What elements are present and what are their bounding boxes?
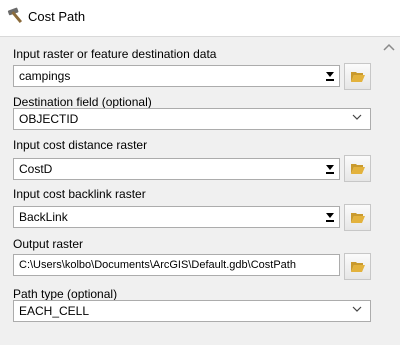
folder-open-icon [351,164,365,174]
destination-field-value: OBJECTID [19,112,79,126]
path-type-select[interactable]: EACH_CELL [13,300,371,322]
dropdown-arrow-icon [326,72,334,77]
scroll-up-icon[interactable] [382,41,396,55]
input-raster-label: Input raster or feature destination data [13,47,217,61]
output-raster-label: Output raster [13,237,84,251]
backlink-combobox[interactable]: BackLink [13,206,340,228]
window-title: Cost Path [28,9,86,24]
chevron-down-icon [352,114,362,120]
cost-distance-value: CostD [19,162,53,176]
output-raster-browse-button[interactable] [344,253,371,280]
folder-open-icon [351,262,365,272]
cost-distance-combobox[interactable]: CostD [13,158,340,180]
destination-field-label: Destination field (optional) [13,95,152,109]
folder-open-icon [351,213,365,223]
cost-distance-dropdown-button[interactable] [322,159,339,179]
backlink-label: Input cost backlink raster [13,187,146,201]
input-raster-dropdown-button[interactable] [322,66,339,86]
backlink-browse-button[interactable] [344,204,371,231]
dropdown-arrow-icon [326,165,334,170]
destination-field-select[interactable]: OBJECTID [13,108,371,130]
input-raster-combobox[interactable]: campings [13,65,340,87]
input-raster-value: campings [19,69,71,83]
folder-open-icon [351,72,365,82]
cost-distance-browse-button[interactable] [344,155,371,182]
cost-distance-label: Input cost distance raster [13,138,148,152]
backlink-value: BackLink [19,210,68,224]
backlink-dropdown-button[interactable] [322,207,339,227]
output-raster-input[interactable]: C:\Users\kolbo\Documents\ArcGIS\Default.… [13,254,340,276]
dropdown-arrow-icon [326,213,334,218]
hammer-icon [7,7,23,24]
path-type-label: Path type (optional) [13,287,118,301]
title-bar: Cost Path [0,0,400,37]
input-raster-browse-button[interactable] [344,63,371,90]
path-type-value: EACH_CELL [19,304,90,318]
vertical-scrollbar[interactable] [378,37,400,345]
chevron-down-icon [352,306,362,312]
parameter-panel: Input raster or feature destination data… [0,37,378,345]
output-raster-value: C:\Users\kolbo\Documents\ArcGIS\Default.… [19,259,296,271]
